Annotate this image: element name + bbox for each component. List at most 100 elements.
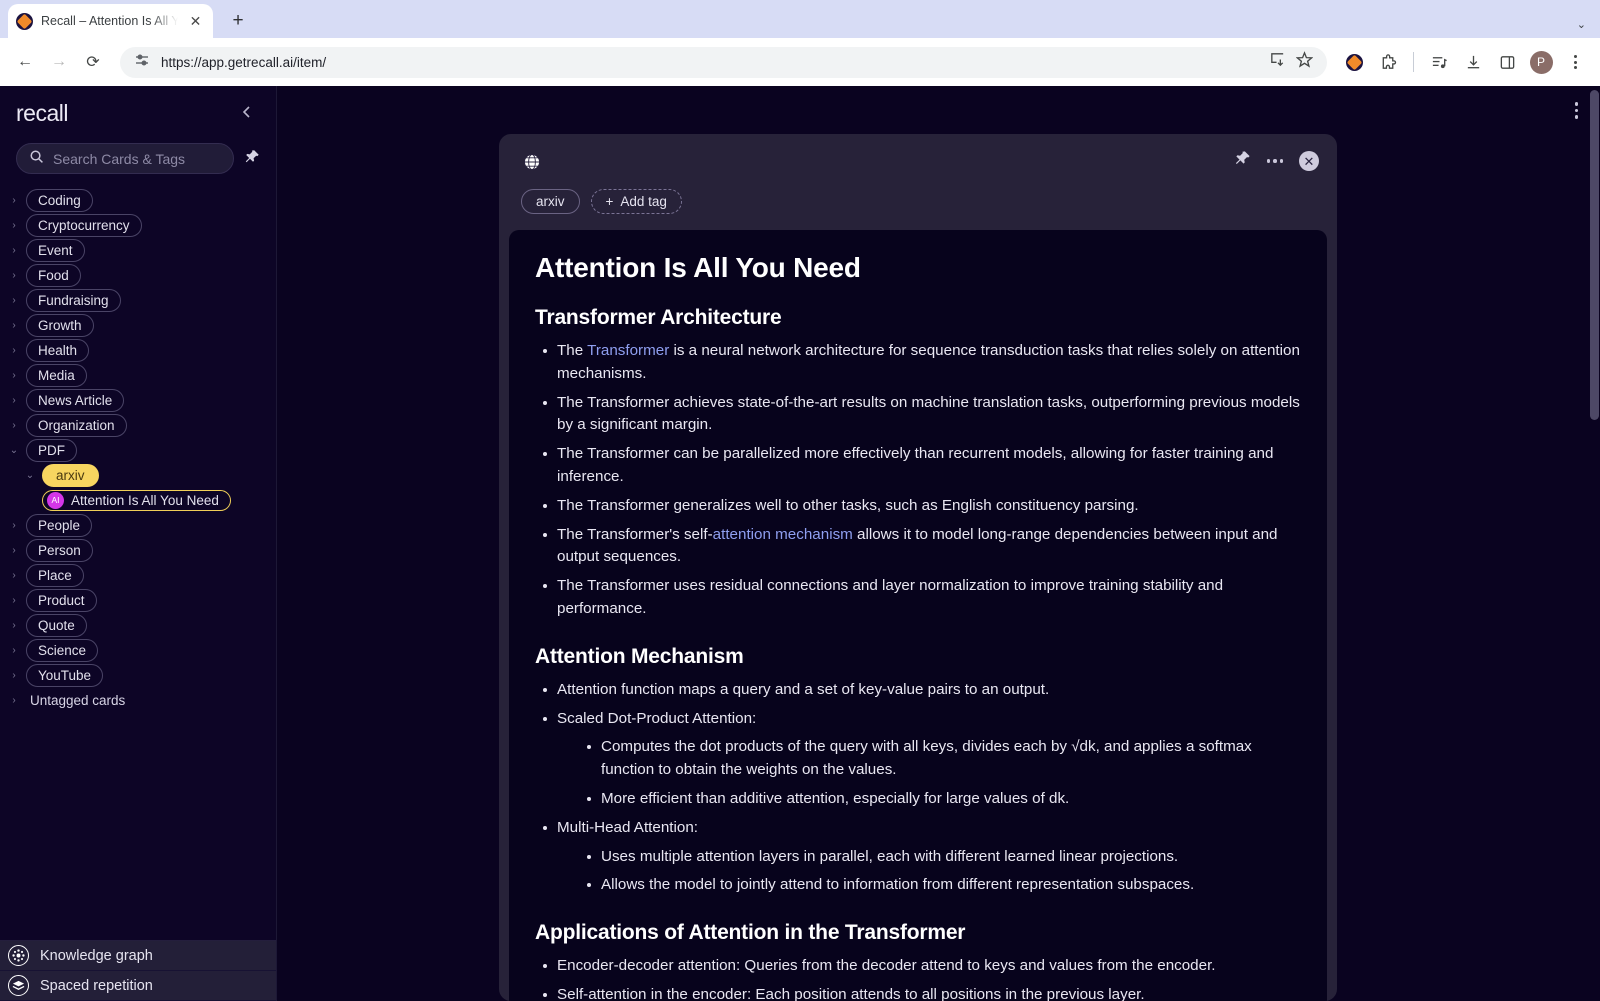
downloads-icon[interactable] (1458, 47, 1488, 77)
sidebar-item-organization[interactable]: ›Organization (6, 413, 266, 438)
chevron-down-icon[interactable]: ⌄ (22, 470, 38, 481)
sidebar-item-health[interactable]: ›Health (6, 338, 266, 363)
chevron-right-icon[interactable]: › (6, 245, 22, 256)
card-tag-row: arxiv + Add tag (521, 189, 1315, 214)
browser-tab[interactable]: Recall – Attention Is All You N ✕ (8, 4, 213, 38)
reload-button[interactable]: ⟳ (78, 47, 108, 77)
sidebar-item-media[interactable]: ›Media (6, 363, 266, 388)
spaced-repetition-icon (8, 975, 29, 996)
chevron-right-icon[interactable]: › (6, 195, 22, 206)
sidebar-item-coding[interactable]: › Coding (6, 188, 266, 213)
search-input[interactable] (53, 151, 221, 167)
tag-label: Person (26, 539, 93, 562)
sidebar-item-attention-is-all-you-need[interactable]: AIAttention Is All You Need (6, 488, 266, 513)
chevron-right-icon[interactable]: › (6, 670, 22, 681)
card-more-icon[interactable] (1267, 159, 1284, 163)
tag-label: YouTube (26, 664, 103, 687)
search-box[interactable] (16, 143, 234, 174)
sidebar-item-cryptocurrency[interactable]: ›Cryptocurrency (6, 213, 266, 238)
bookmark-star-icon[interactable] (1296, 51, 1313, 73)
chevron-right-icon[interactable]: › (6, 270, 22, 281)
inline-link[interactable]: Transformer (587, 342, 669, 359)
sidebar-bottom-label: Knowledge graph (40, 948, 153, 964)
browser-menu-button[interactable] (1560, 47, 1590, 77)
sidebar-item-untagged-cards[interactable]: ›Untagged cards (6, 688, 266, 713)
tag-label: Place (26, 564, 84, 587)
chevron-right-icon[interactable]: › (6, 370, 22, 381)
sidebar-item-youtube[interactable]: › YouTube (6, 663, 266, 688)
sidebar-item-product[interactable]: ›Product (6, 588, 266, 613)
card-item[interactable]: AIAttention Is All You Need (42, 490, 231, 511)
sidebar-item-growth[interactable]: ›Growth (6, 313, 266, 338)
recall-extension-icon[interactable] (1339, 47, 1369, 77)
inline-link[interactable]: attention mechanism (713, 526, 853, 543)
pin-card-icon[interactable] (1234, 150, 1251, 172)
main-scrollbar[interactable] (1589, 86, 1600, 1001)
sidebar-item-event[interactable]: ›Event (6, 238, 266, 263)
sidebar-item-people[interactable]: ›People (6, 513, 266, 538)
tab-close-icon[interactable]: ✕ (186, 12, 205, 31)
main-menu-button[interactable] (1575, 102, 1579, 119)
tag-label: Fundraising (26, 289, 121, 312)
chevron-down-icon[interactable]: ⌄ (1577, 18, 1586, 31)
sidebar-item-food[interactable]: ›Food (6, 263, 266, 288)
toolbar-divider (1413, 52, 1414, 72)
card-item-label: Attention Is All You Need (71, 492, 219, 509)
site-settings-icon[interactable] (134, 52, 150, 73)
knowledge-graph-icon (8, 945, 29, 966)
chevron-right-icon[interactable]: › (6, 545, 22, 556)
chevron-right-icon[interactable]: › (6, 220, 22, 231)
sidebar-bottom-nav: Knowledge graph Spaced repetition (0, 940, 276, 1001)
sidebar-item-person[interactable]: › Person (6, 538, 266, 563)
search-icon (29, 149, 44, 169)
chevron-right-icon[interactable]: › (6, 345, 22, 356)
sidebar-item-spaced-repetition[interactable]: Spaced repetition (0, 971, 276, 1001)
sidebar-item-quote[interactable]: ›Quote (6, 613, 266, 638)
profile-avatar[interactable]: P (1526, 47, 1556, 77)
chevron-right-icon[interactable]: › (6, 320, 22, 331)
pin-sidebar-icon[interactable] (244, 149, 260, 168)
chevron-right-icon[interactable]: › (6, 695, 22, 706)
sidebar-item-place[interactable]: › Place (6, 563, 266, 588)
bullet-item: The Transformer is a neural network arch… (535, 340, 1301, 386)
back-button[interactable]: ← (10, 47, 40, 77)
sidebar-item-science[interactable]: ›Science (6, 638, 266, 663)
sidebar-item-knowledge-graph[interactable]: Knowledge graph (0, 941, 276, 971)
bullet-item: The Transformer's self-attention mechani… (535, 524, 1301, 570)
card-controls: ✕ (1234, 150, 1320, 172)
chevron-right-icon[interactable]: › (6, 620, 22, 631)
globe-icon[interactable] (521, 151, 543, 173)
add-tag-button[interactable]: + Add tag (591, 189, 682, 214)
browser-chrome: Recall – Attention Is All You N ✕ + ⌄ ← … (0, 0, 1600, 86)
chevron-right-icon[interactable]: › (6, 395, 22, 406)
chevron-right-icon[interactable]: › (6, 520, 22, 531)
chevron-down-icon[interactable]: ⌄ (6, 445, 22, 456)
sidebar-item-pdf[interactable]: ⌄PDF (6, 438, 266, 463)
address-bar[interactable]: https://app.getrecall.ai/item/ (120, 47, 1327, 78)
extensions-puzzle-icon[interactable] (1373, 47, 1403, 77)
scrollbar-thumb[interactable] (1590, 90, 1599, 420)
forward-button[interactable]: → (44, 47, 74, 77)
browser-toolbar: ← → ⟳ https://app.getrecall.ai/item/ (0, 38, 1600, 86)
sidebar-item-fundraising[interactable]: › Fundraising (6, 288, 266, 313)
chevron-right-icon[interactable]: › (6, 595, 22, 606)
app-logo[interactable]: recall (16, 100, 68, 127)
bullet-item: Scaled Dot-Product Attention:Computes th… (535, 708, 1301, 811)
chevron-right-icon[interactable]: › (6, 420, 22, 431)
card-tag-arxiv[interactable]: arxiv (521, 189, 580, 214)
chevron-right-icon[interactable]: › (6, 570, 22, 581)
sub-bullet-item: Computes the dot products of the query w… (579, 736, 1301, 782)
side-panel-icon[interactable] (1492, 47, 1522, 77)
close-card-icon[interactable]: ✕ (1299, 151, 1319, 171)
bullet-item: Encoder-decoder attention: Queries from … (535, 955, 1301, 978)
new-tab-button[interactable]: + (225, 8, 251, 34)
avatar-initial: P (1530, 51, 1553, 74)
sidebar-collapse-button[interactable] (234, 101, 260, 127)
chevron-right-icon[interactable]: › (6, 295, 22, 306)
sidebar-item-news-article[interactable]: ›News Article (6, 388, 266, 413)
tag-label: Coding (26, 189, 93, 212)
chevron-right-icon[interactable]: › (6, 645, 22, 656)
media-playlist-icon[interactable] (1424, 47, 1454, 77)
sidebar-item-arxiv[interactable]: ⌄arxiv (6, 463, 266, 488)
install-app-icon[interactable] (1269, 51, 1286, 73)
